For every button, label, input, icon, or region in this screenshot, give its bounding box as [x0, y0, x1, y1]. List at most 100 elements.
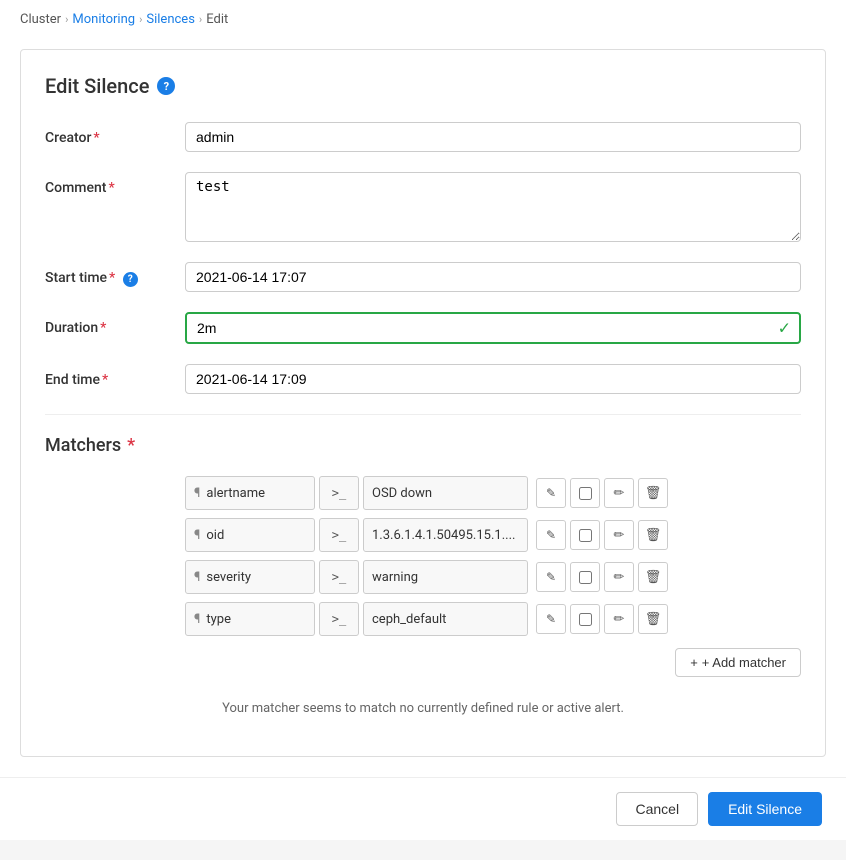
- matcher-value: warning: [372, 570, 418, 585]
- matcher-checkbox-input[interactable]: [579, 613, 592, 626]
- matchers-section: Matchers* ¶ alertname >_ OSD down: [45, 435, 801, 732]
- breadcrumb-edit: Edit: [206, 12, 228, 27]
- breadcrumb-cluster: Cluster: [20, 12, 61, 27]
- table-row: ¶ type >_ ceph_default ✎: [185, 602, 801, 636]
- matcher-value-cell: ceph_default: [363, 602, 528, 636]
- matcher-actions: ✎ ✏ 🗑: [536, 562, 668, 592]
- trash-icon: 🗑: [645, 485, 662, 501]
- matcher-name-cell: ¶ severity: [185, 560, 315, 594]
- comment-group: Comment* test: [45, 172, 801, 242]
- matchers-required: *: [127, 435, 135, 456]
- add-matcher-button[interactable]: + + Add matcher: [675, 648, 801, 677]
- matcher-name: alertname: [206, 486, 265, 501]
- start-time-input[interactable]: [185, 262, 801, 292]
- pencil-icon: ✏: [614, 485, 625, 501]
- matcher-edit-regex-btn[interactable]: ✎: [536, 562, 566, 592]
- creator-required: *: [93, 130, 99, 146]
- matcher-pencil-btn[interactable]: ✏: [604, 562, 634, 592]
- pencil-icon: ✏: [614, 569, 625, 585]
- edit-regex-icon: ✎: [546, 528, 556, 542]
- pilcrow-icon: ¶: [194, 612, 200, 627]
- matcher-delete-btn[interactable]: 🗑: [638, 478, 668, 508]
- matcher-op-cell: >_: [319, 476, 359, 510]
- matcher-checkbox[interactable]: [570, 604, 600, 634]
- breadcrumb-sep-2: ›: [139, 13, 142, 26]
- matcher-checkbox[interactable]: [570, 520, 600, 550]
- breadcrumb-monitoring[interactable]: Monitoring: [72, 12, 135, 27]
- matcher-edit-regex-btn[interactable]: ✎: [536, 604, 566, 634]
- add-matcher-label: + Add matcher: [702, 655, 786, 670]
- matcher-checkbox[interactable]: [570, 562, 600, 592]
- page-title: Edit Silence: [45, 74, 149, 98]
- pencil-icon: ✏: [614, 527, 625, 543]
- duration-wrapper: ✓: [185, 312, 801, 344]
- matcher-value: 1.3.6.1.4.1.50495.15.1....: [372, 528, 515, 543]
- edit-silence-card: Edit Silence ? Creator* Comment* test St…: [20, 49, 826, 757]
- cancel-button[interactable]: Cancel: [616, 792, 698, 826]
- matcher-name-cell: ¶ oid: [185, 518, 315, 552]
- matcher-op-cell: >_: [319, 560, 359, 594]
- matcher-edit-regex-btn[interactable]: ✎: [536, 520, 566, 550]
- matcher-actions: ✎ ✏ 🗑: [536, 604, 668, 634]
- creator-input[interactable]: [185, 122, 801, 152]
- matcher-checkbox-input[interactable]: [579, 487, 592, 500]
- duration-input[interactable]: [185, 312, 801, 344]
- duration-label: Duration*: [45, 312, 185, 336]
- matcher-op: >_: [332, 486, 346, 500]
- pilcrow-icon: ¶: [194, 528, 200, 543]
- matcher-pencil-btn[interactable]: ✏: [604, 520, 634, 550]
- matcher-name: type: [206, 612, 231, 627]
- start-time-help-icon[interactable]: ?: [123, 272, 138, 287]
- matcher-value-cell: 1.3.6.1.4.1.50495.15.1....: [363, 518, 528, 552]
- breadcrumb: Cluster › Monitoring › Silences › Edit: [0, 0, 846, 39]
- duration-required: *: [100, 320, 106, 336]
- matcher-value-cell: warning: [363, 560, 528, 594]
- table-row: ¶ oid >_ 1.3.6.1.4.1.50495.15.1.... ✎: [185, 518, 801, 552]
- breadcrumb-silences[interactable]: Silences: [146, 12, 195, 27]
- matchers-table: ¶ alertname >_ OSD down ✎: [185, 476, 801, 636]
- matcher-value-cell: OSD down: [363, 476, 528, 510]
- matcher-op: >_: [332, 570, 346, 584]
- edit-regex-icon: ✎: [546, 570, 556, 584]
- matcher-actions: ✎ ✏ 🗑: [536, 520, 668, 550]
- divider: [45, 414, 801, 415]
- start-time-group: Start time* ?: [45, 262, 801, 292]
- no-match-message: Your matcher seems to match no currently…: [45, 693, 801, 732]
- matcher-op: >_: [332, 612, 346, 626]
- matchers-title: Matchers*: [45, 435, 801, 456]
- breadcrumb-sep-3: ›: [199, 13, 202, 26]
- matcher-checkbox-input[interactable]: [579, 571, 592, 584]
- matcher-value: OSD down: [372, 486, 432, 501]
- matcher-checkbox-input[interactable]: [579, 529, 592, 542]
- start-time-required: *: [109, 270, 115, 286]
- matcher-name: severity: [206, 570, 251, 585]
- matcher-checkbox[interactable]: [570, 478, 600, 508]
- matcher-delete-btn[interactable]: 🗑: [638, 562, 668, 592]
- matcher-delete-btn[interactable]: 🗑: [638, 604, 668, 634]
- creator-label: Creator*: [45, 122, 185, 146]
- comment-textarea[interactable]: test: [185, 172, 801, 242]
- start-time-label: Start time* ?: [45, 262, 185, 287]
- edit-silence-button[interactable]: Edit Silence: [708, 792, 822, 826]
- matcher-name-cell: ¶ type: [185, 602, 315, 636]
- plus-icon: +: [690, 655, 698, 670]
- table-row: ¶ alertname >_ OSD down ✎: [185, 476, 801, 510]
- breadcrumb-sep-1: ›: [65, 13, 68, 26]
- edit-regex-icon: ✎: [546, 612, 556, 626]
- matcher-op: >_: [332, 528, 346, 542]
- comment-label: Comment*: [45, 172, 185, 196]
- pencil-icon: ✏: [614, 611, 625, 627]
- matcher-pencil-btn[interactable]: ✏: [604, 478, 634, 508]
- end-time-input[interactable]: [185, 364, 801, 394]
- matcher-value: ceph_default: [372, 612, 446, 627]
- pilcrow-icon: ¶: [194, 570, 200, 585]
- matcher-edit-regex-btn[interactable]: ✎: [536, 478, 566, 508]
- duration-group: Duration* ✓: [45, 312, 801, 344]
- matcher-pencil-btn[interactable]: ✏: [604, 604, 634, 634]
- trash-icon: 🗑: [645, 611, 662, 627]
- table-row: ¶ severity >_ warning ✎: [185, 560, 801, 594]
- help-icon[interactable]: ?: [157, 77, 175, 95]
- trash-icon: 🗑: [645, 527, 662, 543]
- matcher-delete-btn[interactable]: 🗑: [638, 520, 668, 550]
- edit-regex-icon: ✎: [546, 486, 556, 500]
